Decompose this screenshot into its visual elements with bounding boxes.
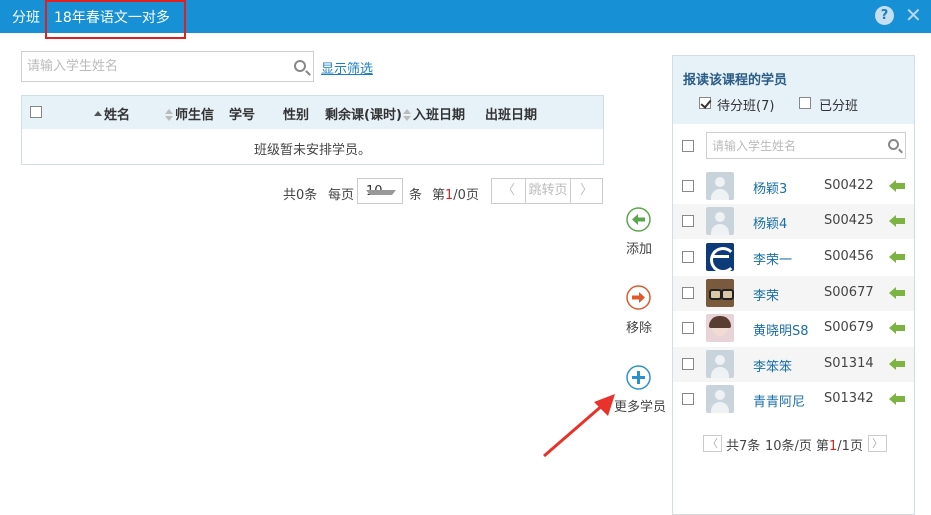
student-id: S00456 xyxy=(824,249,874,264)
assigned-label: 已分班 xyxy=(819,99,859,114)
list-item[interactable]: 李荣一 S00456 xyxy=(673,240,914,275)
search-icon[interactable] xyxy=(888,139,899,150)
arrow-left-icon[interactable] xyxy=(889,180,905,192)
student-checkbox[interactable] xyxy=(682,251,694,263)
per-page-unit: 条 xyxy=(409,188,423,203)
col-remaining: 剩余课(课时) xyxy=(325,108,402,123)
student-id: S01314 xyxy=(824,356,874,371)
arrow-left-icon[interactable] xyxy=(889,322,905,334)
arrow-right-icon xyxy=(626,285,651,310)
student-checkbox[interactable] xyxy=(682,322,694,334)
search-icon[interactable] xyxy=(294,60,306,72)
student-checkbox[interactable] xyxy=(682,215,694,227)
student-id: S00425 xyxy=(824,213,874,228)
avatar xyxy=(706,207,734,235)
chevron-down-icon xyxy=(366,190,396,195)
select-all-students-checkbox[interactable] xyxy=(682,140,694,152)
list-item[interactable]: 李笨笨 S01314 xyxy=(673,347,914,382)
student-id: S00679 xyxy=(824,320,874,335)
pending-label: 待分班(7) xyxy=(717,99,775,114)
avatar xyxy=(706,243,734,271)
col-leave-date: 出班日期 xyxy=(485,108,538,123)
avatar xyxy=(706,385,734,413)
col-name[interactable]: 姓名 xyxy=(94,104,130,123)
list-item[interactable]: 李荣 S00677 xyxy=(673,276,914,311)
enrolled-students-panel: 报读该课程的学员 待分班(7) 已分班 杨颖3 S00422 杨颖4 S0042… xyxy=(672,55,915,515)
enrolled-search xyxy=(706,132,906,159)
arrow-left-icon[interactable] xyxy=(889,287,905,299)
arrow-left-icon[interactable] xyxy=(889,215,905,227)
student-name[interactable]: 杨颖4 xyxy=(753,213,787,232)
col-student-no: 学号 xyxy=(229,108,256,123)
arrow-left-icon[interactable] xyxy=(889,251,905,263)
remove-label: 移除 xyxy=(626,321,653,336)
student-checkbox[interactable] xyxy=(682,358,694,370)
sort-icon xyxy=(403,108,411,121)
add-label: 添加 xyxy=(626,242,653,257)
annotation-arrow-icon xyxy=(543,394,615,458)
student-checkbox[interactable] xyxy=(682,180,694,192)
student-checkbox[interactable] xyxy=(682,393,694,405)
close-icon[interactable]: ✕ xyxy=(905,3,922,27)
help-icon[interactable]: ? xyxy=(875,6,894,25)
page-indicator: 第1/1页 xyxy=(816,439,863,454)
page-indicator: 第1/0页 xyxy=(432,188,479,203)
student-name[interactable]: 李荣 xyxy=(753,285,779,304)
list-item[interactable]: 杨颖3 S00422 xyxy=(673,169,914,204)
more-students-label: 更多学员 xyxy=(614,400,667,415)
dialog-title: 分班 xyxy=(12,10,40,26)
student-id: S01342 xyxy=(824,391,874,406)
empty-message: 班级暂未安排学员。 xyxy=(253,143,371,158)
class-student-table: 姓名 师生信 学号 性别 剩余课(课时) 入班日期 出班日期 班级暂未安排学员。 xyxy=(21,95,604,165)
select-all-checkbox[interactable] xyxy=(30,106,42,118)
student-id: S00422 xyxy=(824,178,874,193)
student-name[interactable]: 杨颖3 xyxy=(753,178,787,197)
student-name[interactable]: 黄晓明S8 xyxy=(753,320,809,339)
col-join-date[interactable]: 入班日期 xyxy=(403,104,465,123)
student-id: S00677 xyxy=(824,285,874,300)
jump-page-input[interactable]: 跳转页 xyxy=(525,178,571,204)
student-checkbox[interactable] xyxy=(682,287,694,299)
total-count: 共7条 xyxy=(726,439,761,454)
prev-page-button[interactable]: 〈 xyxy=(491,178,526,204)
avatar xyxy=(706,350,734,378)
student-name[interactable]: 青青阿尼 xyxy=(753,391,805,410)
next-page-button[interactable]: 〉 xyxy=(868,435,887,452)
list-item[interactable]: 黄晓明S8 S00679 xyxy=(673,311,914,346)
arrow-left-icon[interactable] xyxy=(889,358,905,370)
student-search-input[interactable] xyxy=(22,52,282,81)
col-gender: 性别 xyxy=(283,108,310,123)
per-page-text: 10条/页 xyxy=(765,439,812,454)
next-page-button[interactable]: 〉 xyxy=(570,178,603,204)
enrolled-search-input[interactable] xyxy=(707,133,877,158)
show-filter-link[interactable]: 显示筛选 xyxy=(321,58,373,77)
student-search xyxy=(21,51,314,82)
prev-page-button[interactable]: 〈 xyxy=(703,435,722,452)
sort-asc-icon xyxy=(94,111,102,116)
panel-title: 报读该课程的学员 xyxy=(683,73,788,88)
col-message[interactable]: 师生信 xyxy=(165,104,214,123)
list-item[interactable]: 青青阿尼 S01342 xyxy=(673,382,914,417)
per-page-select[interactable]: 10 xyxy=(357,178,403,204)
avatar xyxy=(706,172,734,200)
list-item[interactable]: 杨颖4 S00425 xyxy=(673,204,914,239)
student-name[interactable]: 李荣一 xyxy=(753,249,792,268)
pending-checkbox[interactable] xyxy=(699,97,711,109)
total-count: 共0条 xyxy=(283,188,318,203)
plus-icon xyxy=(626,365,651,390)
highlight-box xyxy=(45,0,186,39)
student-name[interactable]: 李笨笨 xyxy=(753,356,792,375)
panel-header: 报读该课程的学员 待分班(7) 已分班 xyxy=(673,56,914,124)
arrow-left-icon xyxy=(626,207,651,232)
avatar xyxy=(706,279,734,307)
arrow-left-icon[interactable] xyxy=(889,393,905,405)
avatar xyxy=(706,314,734,342)
per-page-label: 每页 xyxy=(328,188,355,203)
sort-icon xyxy=(165,108,173,121)
table-header: 姓名 师生信 学号 性别 剩余课(课时) 入班日期 出班日期 xyxy=(22,96,603,129)
assigned-checkbox[interactable] xyxy=(799,97,811,109)
